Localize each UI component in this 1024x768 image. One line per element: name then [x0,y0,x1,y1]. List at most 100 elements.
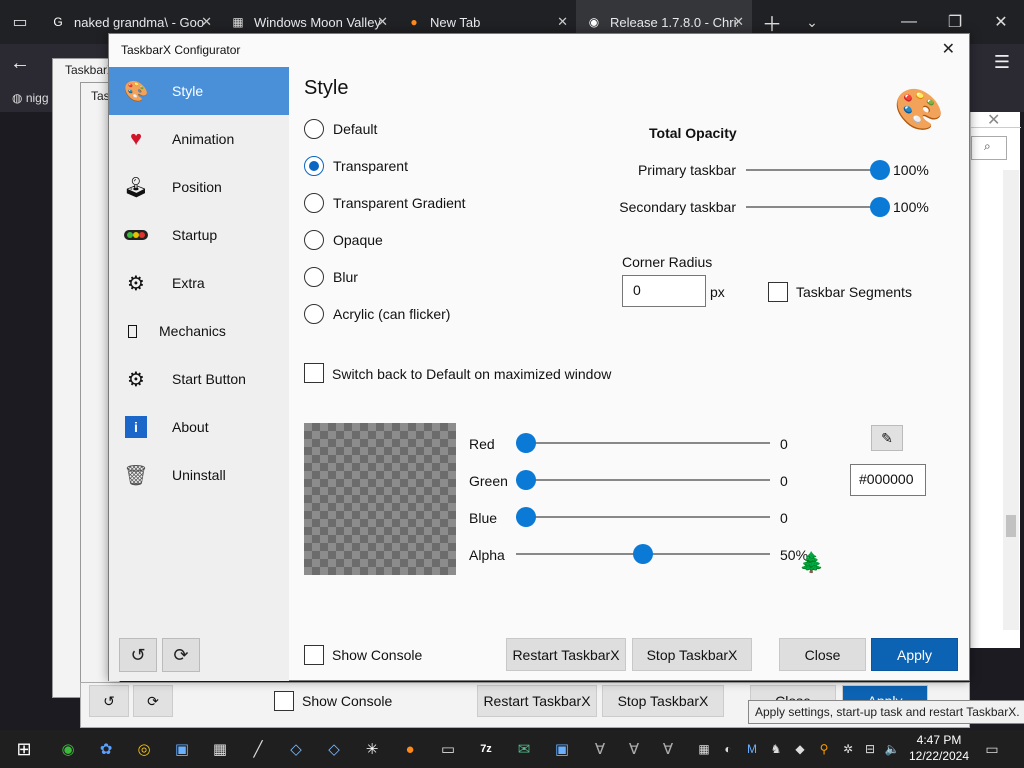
taskbarx-icon[interactable]: Ɐ [588,737,612,761]
app-icon[interactable]: ✿ [94,737,118,761]
sidebar-item-label: Animation [172,131,235,147]
switch-back-checkbox[interactable] [304,363,324,383]
radio-acrylic[interactable]: Acrylic (can flicker) [304,302,564,326]
radio-indicator [304,267,324,287]
red-slider-thumb[interactable] [516,433,536,453]
red-label: Red [469,436,495,452]
close-button[interactable]: Close [779,638,866,671]
tray-icon[interactable]: ♞ [764,737,788,761]
refresh-button[interactable]: ⟳ [162,638,200,672]
ghost-refresh-button[interactable]: ⟳ [133,685,173,717]
hamburger-menu-icon[interactable]: ☰ [994,52,1010,73]
close-tab-icon[interactable]: ✕ [377,14,388,30]
app-icon[interactable]: ▣ [550,737,574,761]
ghost-show-console-checkbox[interactable] [274,691,294,711]
primary-opacity-thumb[interactable] [870,160,890,180]
app-icon[interactable]: ✉ [512,737,536,761]
terminal-icon[interactable]: ▭ [436,737,460,761]
window-close-icon[interactable]: ✕ [978,0,1024,44]
palette-icon: 🎨 [123,80,149,103]
app-icon[interactable]: ◇ [322,737,346,761]
heart-icon: ♥ [130,127,142,150]
sidebar-item-start-button[interactable]: ⚙ Start Button [109,355,289,403]
apply-button[interactable]: Apply [871,638,958,671]
tray-icon[interactable]: ⚲ [812,737,836,761]
alpha-slider-thumb[interactable] [633,544,653,564]
chrome-icon[interactable]: ◎ [132,737,156,761]
network-icon[interactable]: ⊟ [858,737,882,761]
sidebar-item-animation[interactable]: ♥ Animation [109,115,289,163]
ghost-restart-button[interactable]: Restart TaskbarX [477,685,597,717]
green-slider-thumb[interactable] [516,470,536,490]
bookmark-label: nigg [25,91,49,105]
firefox-icon: ● [410,15,418,29]
radio-transparent-gradient[interactable]: Transparent Gradient [304,191,564,215]
sidebar-item-startup[interactable]: Startup [109,211,289,259]
tray-icon[interactable]: ◆ [788,737,812,761]
stop-taskbarx-button[interactable]: Stop TaskbarX [632,638,752,671]
notification-icon[interactable]: ▭ [980,737,1004,761]
discord-icon[interactable]: ◐ [716,737,740,761]
taskbarx-icon[interactable]: Ɐ [622,737,646,761]
radio-indicator [304,230,324,250]
app-icon[interactable]: ◉ [56,737,80,761]
secondary-opacity-slider[interactable] [746,206,880,208]
ghost-undo-button[interactable]: ↺ [89,685,129,717]
tab-label: Windows Moon Valley [254,14,381,30]
taskbar-clock[interactable]: 4:47 PM 12/22/2024 [906,732,972,764]
app-icon[interactable]: ╱ [246,737,270,761]
close-tab-icon[interactable]: ✕ [201,14,212,30]
sidebar-item-about[interactable]: i About [109,403,289,451]
taskbarx-icon[interactable]: Ɐ [656,737,680,761]
7zip-icon[interactable]: 7z [474,737,498,761]
hex-color-input[interactable]: #000000 [850,464,926,496]
eyedropper-button[interactable]: ✎ [871,425,903,451]
sidebar-item-label: Extra [172,275,205,291]
radio-default[interactable]: Default [304,117,564,141]
restart-taskbarx-button[interactable]: Restart TaskbarX [506,638,626,671]
radio-transparent[interactable]: Transparent [304,154,564,178]
scrollbar-thumb[interactable] [1006,515,1016,537]
radio-opaque[interactable]: Opaque [304,228,564,252]
volume-icon[interactable]: 🔈 [880,737,904,761]
panel-scrollbar[interactable] [1003,170,1019,630]
windows-start-icon[interactable]: ⊞ [12,737,36,761]
red-slider[interactable] [516,442,770,444]
sidebar-item-mechanics[interactable]: Mechanics [109,307,289,355]
sidebar-item-position[interactable]: 🕹 Position [109,163,289,211]
back-arrow-icon[interactable]: ← [10,52,30,75]
blue-slider-thumb[interactable] [516,507,536,527]
secondary-taskbar-label: Secondary taskbar [619,199,736,215]
panel-search-box[interactable]: ⌕ [971,136,1007,160]
tray-icon[interactable]: ▦ [692,737,716,761]
show-console-checkbox[interactable] [304,645,324,665]
gear-icon: ⚙ [127,368,145,391]
close-tab-icon[interactable]: ✕ [557,14,568,30]
bookmark-item[interactable]: ◍ nigg [12,91,49,105]
corner-radius-input[interactable]: 0 [622,275,706,307]
window-close-icon[interactable]: ✕ [942,39,955,59]
sidebar-item-label: About [172,419,209,435]
primary-opacity-slider[interactable] [746,169,880,171]
blue-slider[interactable] [516,516,770,518]
tray-icon[interactable]: M [740,737,764,761]
tab-overview-icon[interactable]: ▭ [0,0,40,44]
close-tab-icon[interactable]: ✕ [733,14,744,30]
radio-blur[interactable]: Blur [304,265,564,289]
app-icon[interactable]: ✳ [360,737,384,761]
blue-label: Blue [469,510,498,526]
undo-button[interactable]: ↺ [119,638,157,672]
sidebar-item-style[interactable]: 🎨 Style [109,67,289,115]
tray-icon[interactable]: ✲ [836,737,860,761]
app-icon[interactable]: ◇ [284,737,308,761]
sidebar-item-extra[interactable]: ⚙ Extra [109,259,289,307]
sidebar-item-uninstall[interactable]: 🗑 Uninstall [109,451,289,499]
app-icon[interactable]: ▣ [170,737,194,761]
firefox-icon[interactable]: ● [398,737,422,761]
secondary-opacity-thumb[interactable] [870,197,890,217]
app-icon[interactable]: ▦ [208,737,232,761]
panel-dropdown[interactable] [971,106,1021,128]
taskbar-segments-checkbox[interactable] [768,282,788,302]
green-slider[interactable] [516,479,770,481]
ghost-stop-button[interactable]: Stop TaskbarX [602,685,724,717]
